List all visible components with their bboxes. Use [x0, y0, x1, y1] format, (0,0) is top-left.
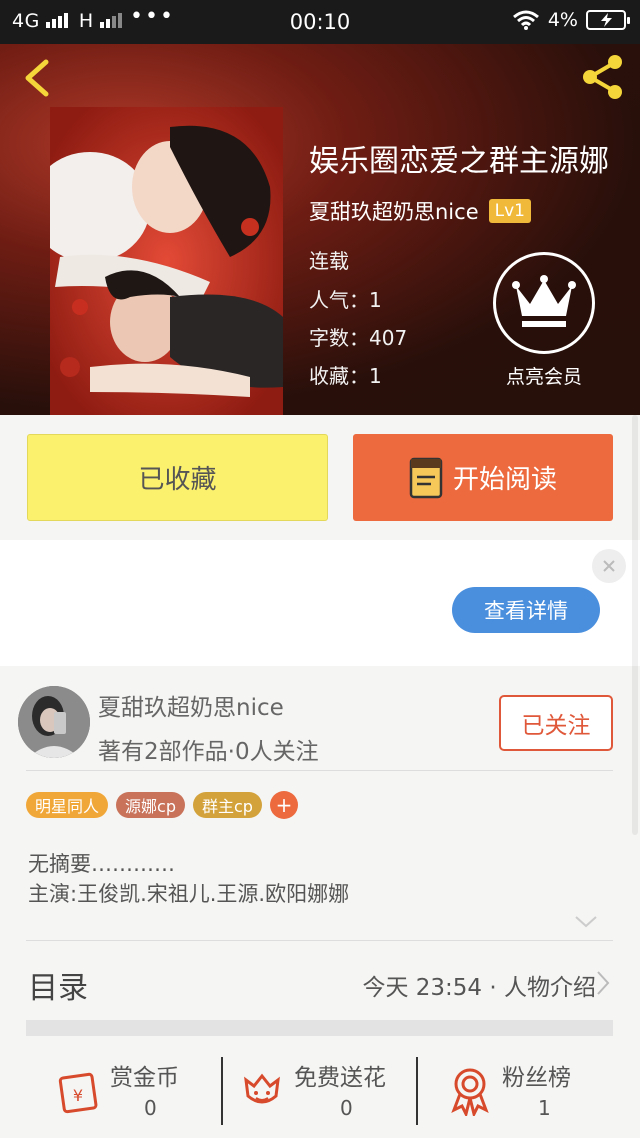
toc-latest-chapter[interactable]: 今天 23:54 · 人物介绍 — [362, 968, 596, 1002]
separator — [221, 1057, 223, 1125]
author-name[interactable]: 夏甜玖超奶思nice — [309, 196, 479, 226]
status-bar: 4G H ••• 00:10 4% — [0, 0, 640, 44]
battery-icon — [586, 10, 630, 30]
word-count: 字数：407 — [309, 326, 408, 350]
fans-rank-label: 粉丝榜 — [502, 1065, 571, 1091]
flowers-value: 0 — [340, 1096, 353, 1120]
summary-line: 无摘要………… — [28, 852, 175, 876]
stats-bar: ¥ 赏金币 0 免费送花 0 粉丝榜 1 — [0, 1050, 640, 1138]
flowers-label: 免费送花 — [294, 1065, 386, 1091]
share-button[interactable] — [578, 52, 628, 102]
vip-circle — [493, 252, 595, 354]
flowers-stat[interactable]: 免费送花 0 — [240, 1058, 410, 1130]
avatar[interactable] — [18, 686, 90, 758]
follow-button[interactable]: 已关注 — [499, 695, 613, 751]
author-section: 夏甜玖超奶思nice 著有2部作品·0人关注 已关注 明星同人 源娜cp 群主c… — [0, 666, 640, 1138]
medal-icon — [451, 1068, 489, 1116]
summary-line: 主演:王俊凯.宋祖儿.王源.欧阳娜娜 — [28, 882, 350, 906]
svg-text:¥: ¥ — [73, 1086, 83, 1105]
popularity: 人气：1 — [309, 288, 382, 312]
serial-status: 连载 — [309, 249, 349, 273]
ad-banner: 查看详情 — [0, 540, 640, 666]
book-header: 4G H ••• 00:10 4% 娱乐圈恋爱之群主源娜 夏甜玖超奶思nice … — [0, 0, 640, 415]
divider — [26, 770, 613, 771]
book-cover[interactable] — [50, 107, 283, 415]
bounty-label: 赏金币 — [110, 1065, 179, 1091]
book-title: 娱乐圈恋爱之群主源娜 — [309, 144, 609, 179]
favorite-label: 已收藏 — [138, 465, 217, 495]
toc-title[interactable]: 目录 — [28, 963, 88, 1007]
back-button[interactable] — [16, 56, 56, 100]
scrollbar[interactable] — [632, 415, 638, 835]
start-reading-button[interactable]: 开始阅读 — [353, 434, 613, 521]
level-badge: Lv1 — [488, 199, 531, 223]
toc-chevron[interactable] — [596, 970, 610, 1000]
share-icon — [583, 55, 622, 99]
battery-percent: 4% — [547, 9, 578, 31]
expand-summary-button[interactable] — [574, 914, 598, 933]
author-row[interactable]: 夏甜玖超奶思nice Lv1 — [309, 196, 531, 226]
cover-image — [50, 107, 283, 415]
start-reading-label: 开始阅读 — [452, 465, 557, 495]
author-works: 著有2部作品·0人关注 — [98, 739, 319, 765]
coin-envelope-icon: ¥ — [58, 1072, 98, 1114]
status-right: 4% — [512, 9, 630, 31]
favorite-button[interactable]: 已收藏 — [27, 434, 328, 521]
tag-list: 明星同人 源娜cp 群主cp + — [26, 791, 298, 819]
book-summary: 无摘要………… 主演:王俊凯.宋祖儿.王源.欧阳娜娜 — [28, 849, 349, 909]
view-details-button[interactable]: 查看详情 — [452, 587, 600, 633]
fans-rank-value: 1 — [538, 1096, 551, 1120]
vip-label: 点亮会员 — [505, 366, 582, 388]
chevron-down-icon — [575, 916, 597, 928]
separator — [416, 1057, 418, 1125]
chevron-right-icon — [597, 971, 610, 995]
bounty-value: 0 — [144, 1096, 157, 1120]
divider — [26, 940, 613, 941]
close-icon — [603, 560, 615, 572]
action-bar: 已收藏 开始阅读 — [0, 415, 640, 540]
wifi-icon — [512, 10, 539, 30]
loading-bar — [26, 1020, 613, 1036]
fans-rank-stat[interactable]: 粉丝榜 1 — [448, 1058, 598, 1130]
book-icon — [409, 457, 443, 498]
tag-chip[interactable]: 明星同人 — [26, 792, 109, 818]
ad-close-button[interactable] — [592, 549, 626, 583]
crown-icon — [512, 275, 576, 327]
author-card-name[interactable]: 夏甜玖超奶思nice — [98, 688, 284, 722]
tag-chip[interactable]: 群主cp — [192, 792, 262, 818]
flower-icon — [244, 1073, 280, 1104]
add-tag-button[interactable]: + — [269, 791, 298, 819]
bounty-stat[interactable]: ¥ 赏金币 0 — [54, 1058, 214, 1130]
tag-chip[interactable]: 源娜cp — [116, 792, 185, 818]
chevron-left-icon — [25, 59, 49, 97]
vip-button[interactable]: 点亮会员 — [492, 252, 596, 389]
favorite-count: 收藏：1 — [309, 364, 382, 388]
